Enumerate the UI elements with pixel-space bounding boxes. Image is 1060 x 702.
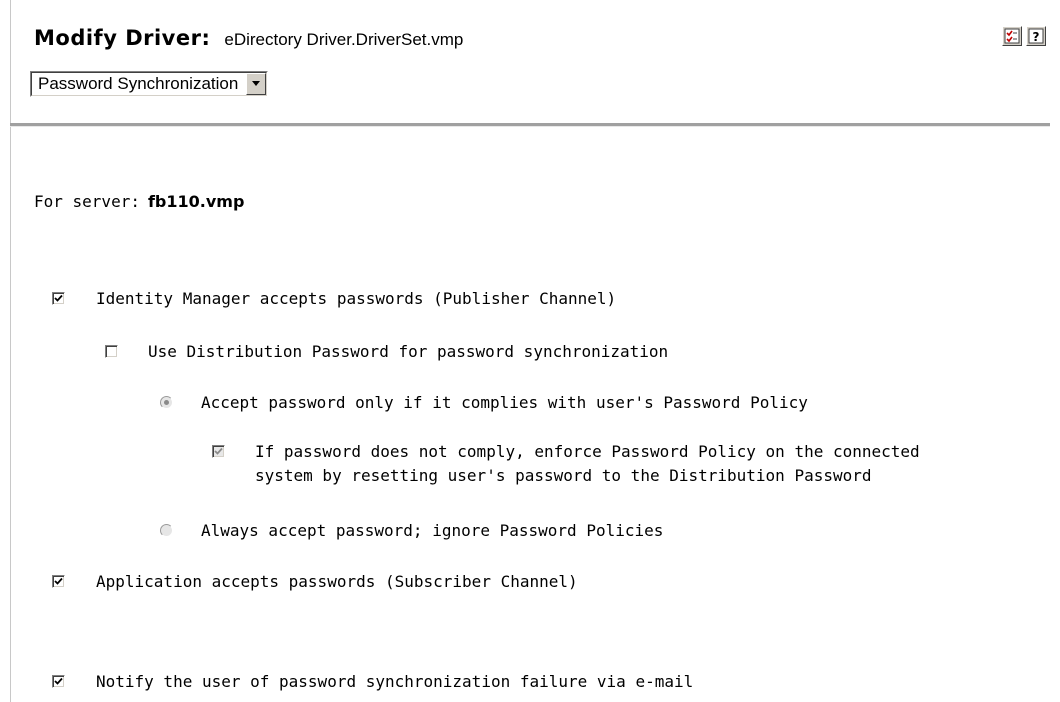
enforce-policy-checkbox[interactable] [212,445,225,458]
always-accept-radio[interactable] [160,524,173,537]
server-line: For server: fb110.vmp [34,192,244,211]
enforce-policy-text: If password does not comply, enforce Pas… [255,440,920,488]
enforce-policy-line2: system by resetting user's password to t… [255,466,872,485]
idm-accepts-checkbox[interactable] [52,292,65,305]
use-distribution-checkbox[interactable] [105,345,118,358]
accept-if-complies-label: Accept password only if it complies with… [201,393,808,412]
app-accepts-checkbox[interactable] [52,575,65,588]
app-accepts-option[interactable]: Application accepts passwords (Subscribe… [52,570,578,594]
idm-accepts-label: Identity Manager accepts passwords (Publ… [96,289,617,308]
use-distribution-option[interactable]: Use Distribution Password for password s… [105,340,668,364]
use-distribution-label: Use Distribution Password for password s… [148,342,669,361]
notify-user-option[interactable]: Notify the user of password synchronizat… [52,670,693,694]
enforce-policy-line1: If password does not comply, enforce Pas… [255,442,920,461]
enforce-policy-option[interactable]: If password does not comply, enforce Pas… [212,440,920,488]
chevron-down-icon[interactable] [246,73,267,95]
notify-user-label: Notify the user of password synchronizat… [96,672,694,691]
idm-accepts-option[interactable]: Identity Manager accepts passwords (Publ… [52,287,616,311]
notify-user-checkbox[interactable] [52,675,65,688]
page-header: Modify Driver: eDirectory Driver.DriverS… [34,26,463,50]
server-label: For server: [34,192,140,211]
section-divider [10,123,1050,127]
always-accept-label: Always accept password; ignore Password … [201,521,664,540]
page-select-dropdown[interactable]: Password Synchronization [30,71,269,97]
left-border [10,0,11,702]
always-accept-option[interactable]: Always accept password; ignore Password … [160,519,663,543]
svg-text:?: ? [1033,30,1040,44]
radio-selected-dot [164,400,169,405]
help-icon[interactable]: ? [1026,26,1046,46]
page-select-value: Password Synchronization [38,74,239,93]
server-name: fb110.vmp [147,192,245,211]
driver-name: eDirectory Driver.DriverSet.vmp [224,30,464,49]
header-icons: ? [1002,26,1046,46]
checklist-icon[interactable] [1002,26,1022,46]
page-title: Modify Driver: [34,26,211,50]
accept-if-complies-option[interactable]: Accept password only if it complies with… [160,391,808,415]
app-accepts-label: Application accepts passwords (Subscribe… [96,572,578,591]
accept-if-complies-radio[interactable] [160,396,173,409]
